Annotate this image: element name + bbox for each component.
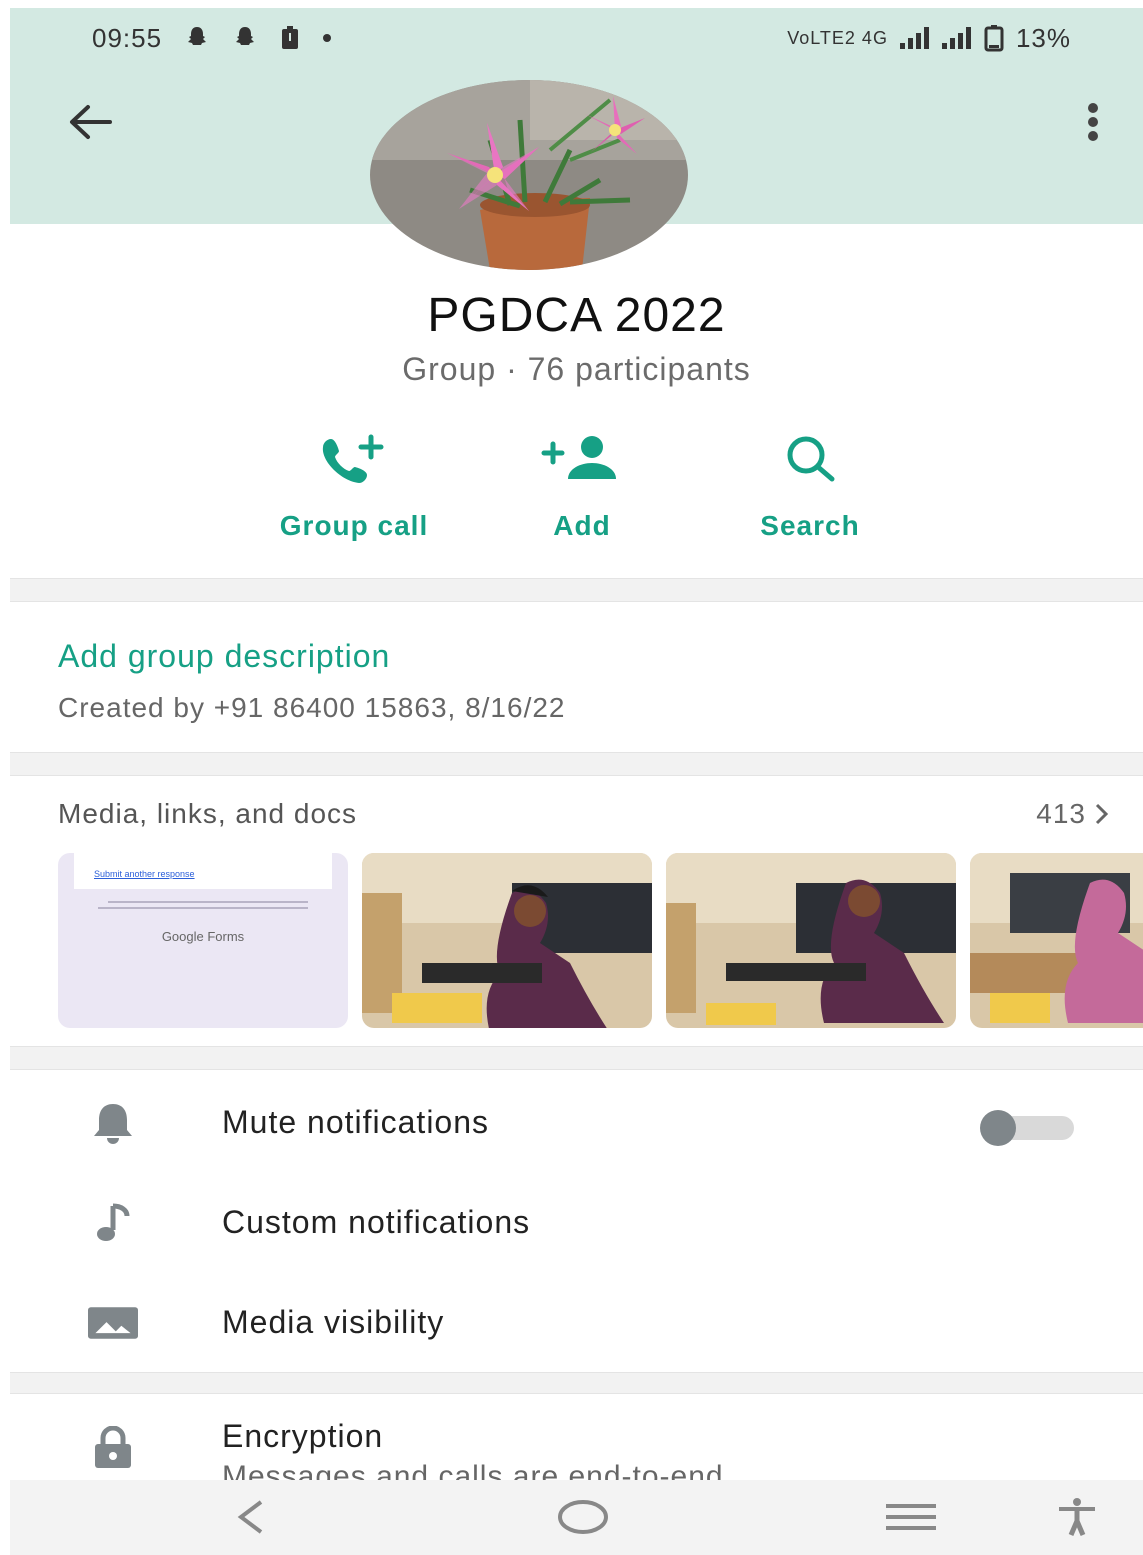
created-info: Created by +91 86400 15863, 8/16/22 <box>58 692 566 723</box>
photo-image <box>970 853 1143 1028</box>
group-info-screen: 09:55 VoLTE2 4G 13% PGDCA 2022 Group · 7… <box>10 8 1143 1555</box>
add-call-icon <box>319 428 389 488</box>
snapchat-icon <box>184 25 210 51</box>
group-participants: Group · 76 participants <box>402 351 751 387</box>
media-count[interactable]: 413 <box>1036 798 1110 830</box>
more-options-button[interactable] <box>1073 94 1113 150</box>
section-divider <box>10 752 1143 776</box>
dot-icon <box>322 33 332 43</box>
avatar-photo <box>370 80 688 270</box>
custom-notifications-label: Custom notifications <box>222 1204 531 1240</box>
nav-recents-button[interactable] <box>876 1492 946 1542</box>
mute-toggle[interactable] <box>980 1110 1076 1146</box>
nav-back-icon <box>237 1500 263 1534</box>
doc-link-text: Submit another response <box>94 869 195 879</box>
image-icon <box>88 1300 138 1346</box>
snapchat-icon <box>232 25 258 51</box>
accessibility-icon <box>1059 1498 1095 1536</box>
search-label: Search <box>760 510 860 541</box>
status-right: VoLTE2 4G 13% <box>787 23 1071 54</box>
network-label: VoLTE2 4G <box>787 27 888 48</box>
media-count-value: 413 <box>1036 798 1086 829</box>
mute-notifications-label: Mute notifications <box>222 1104 490 1140</box>
search-button[interactable]: Search <box>700 428 920 548</box>
nav-back-button[interactable] <box>215 1492 285 1542</box>
group-avatar[interactable] <box>370 80 688 270</box>
media-thumbnails: Submit another response Google Forms <box>58 853 1143 1028</box>
signal-icon <box>899 27 930 49</box>
media-title: Media, links, and docs <box>58 798 358 829</box>
toggle-knob <box>980 1110 1016 1146</box>
media-thumb-photo[interactable] <box>970 853 1143 1028</box>
encryption-title: Encryption <box>222 1418 384 1454</box>
photo-image <box>666 853 956 1028</box>
status-time: 09:55 <box>92 22 163 53</box>
search-icon <box>780 428 840 488</box>
media-thumb-photo[interactable] <box>362 853 652 1028</box>
custom-notifications-row[interactable]: Custom notifications <box>10 1178 1143 1268</box>
signal-icon <box>941 27 972 49</box>
music-note-icon <box>88 1200 138 1246</box>
status-bar: 09:55 VoLTE2 4G 13% <box>10 8 1143 68</box>
battery-saver-icon <box>280 25 300 51</box>
photo-image <box>362 853 652 1028</box>
battery-icon <box>984 24 1004 52</box>
add-description-link[interactable]: Add group description <box>58 638 390 675</box>
nav-recents-icon <box>886 1504 936 1530</box>
media-visibility-label: Media visibility <box>222 1304 445 1340</box>
system-nav-bar <box>10 1480 1143 1555</box>
section-divider <box>10 578 1143 602</box>
doc-text-line <box>98 907 308 909</box>
status-left: 09:55 <box>92 23 332 54</box>
add-person-icon <box>540 428 624 488</box>
group-call-label: Group call <box>279 510 429 541</box>
media-thumb-photo[interactable] <box>666 853 956 1028</box>
add-label: Add <box>553 510 611 541</box>
mute-notifications-row[interactable]: Mute notifications <box>10 1078 1143 1168</box>
arrow-left-icon <box>70 105 112 139</box>
lock-icon <box>88 1424 138 1470</box>
nav-home-icon <box>558 1500 608 1534</box>
add-participant-button[interactable]: Add <box>472 428 692 548</box>
action-row: Group call Add Search <box>10 428 1143 548</box>
battery-percent: 13% <box>1015 22 1071 53</box>
more-vert-icon <box>1088 103 1098 141</box>
media-visibility-row[interactable]: Media visibility <box>10 1278 1143 1368</box>
back-button[interactable] <box>62 94 118 150</box>
nav-home-button[interactable] <box>548 1492 618 1542</box>
group-call-button[interactable]: Group call <box>244 428 464 548</box>
accessibility-button[interactable] <box>1042 1492 1112 1542</box>
doc-text-line <box>108 901 308 903</box>
section-divider <box>10 1046 1143 1070</box>
group-name: PGDCA 2022 <box>427 289 726 342</box>
section-divider <box>10 1372 1143 1394</box>
media-header[interactable]: Media, links, and docs 413 <box>58 798 1110 830</box>
chevron-right-icon <box>1095 803 1109 825</box>
doc-google-forms-text: Google Forms <box>161 929 245 944</box>
media-thumb-doc[interactable]: Submit another response Google Forms <box>58 853 348 1028</box>
bell-icon <box>88 1100 138 1146</box>
